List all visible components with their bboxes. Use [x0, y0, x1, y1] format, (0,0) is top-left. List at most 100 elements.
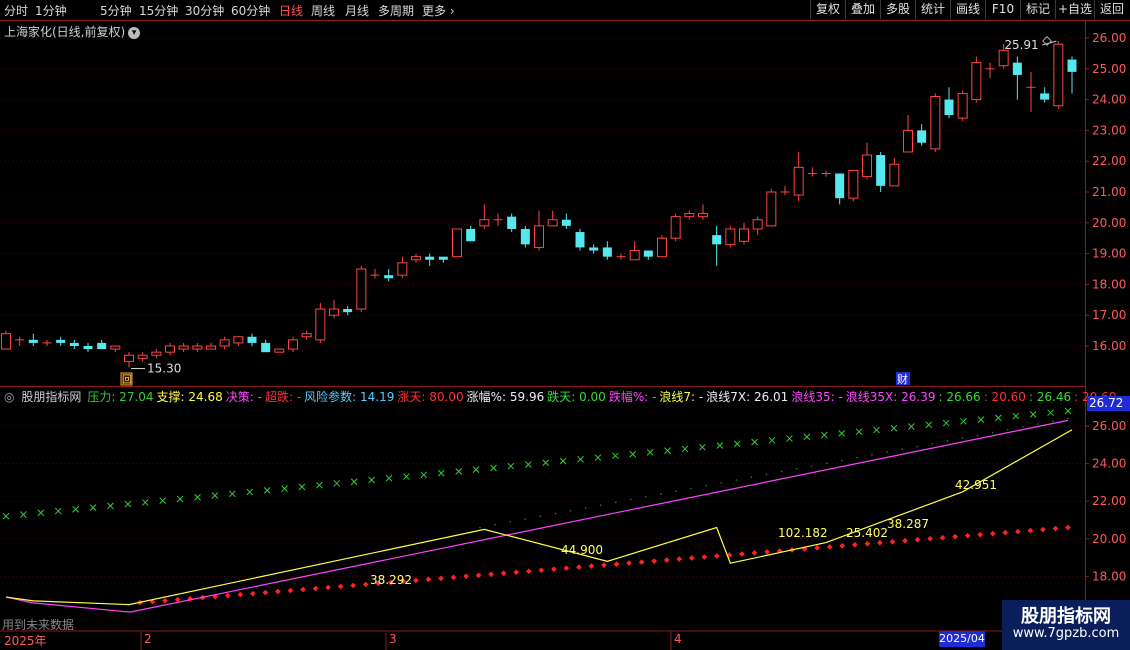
- candle: [425, 253, 435, 266]
- support-dot: [964, 532, 971, 539]
- candle: [274, 348, 285, 353]
- tab-30min[interactable]: 30分钟: [185, 2, 224, 19]
- candle: [889, 158, 900, 187]
- candle: [178, 342, 189, 353]
- collapse-icon[interactable]: ◎: [4, 390, 14, 404]
- indicator-name-text: 股朋指标网: [21, 390, 82, 404]
- support-dot: [613, 561, 620, 567]
- guide-dot: [494, 523, 496, 526]
- candle: [1026, 71, 1036, 112]
- support-dot: [889, 538, 896, 545]
- support-dot: [952, 533, 958, 540]
- tab-1min[interactable]: 1分钟: [35, 2, 67, 19]
- y-tick-label: 21.00: [1092, 185, 1126, 199]
- y-tick-label: 23.00: [1092, 123, 1126, 137]
- back-button[interactable]: 返回: [1094, 0, 1129, 19]
- multi-stock-button[interactable]: 多股: [880, 0, 915, 19]
- candle: [985, 62, 995, 79]
- candle: [507, 213, 517, 233]
- indicator-item: 浪线35X: 26.39: [845, 390, 936, 404]
- adjust-button[interactable]: 复权: [810, 0, 845, 19]
- support-dot: [425, 576, 432, 583]
- candle-body-up: [315, 308, 326, 341]
- support-dot: [651, 558, 657, 564]
- tab-5min[interactable]: 5分钟: [100, 2, 132, 19]
- guide-dot: [645, 495, 647, 498]
- draw-button[interactable]: 画线: [950, 0, 985, 19]
- candle: [725, 225, 736, 248]
- overlay-button[interactable]: 叠加: [845, 0, 880, 19]
- candle: [301, 330, 312, 340]
- candle-body-up: [329, 308, 339, 316]
- candle: [219, 336, 230, 350]
- candle: [752, 216, 763, 236]
- guide-dot: [629, 498, 632, 501]
- guide-dot: [991, 431, 994, 434]
- marker-left-text: 回: [122, 374, 132, 386]
- candle-body-down: [97, 342, 107, 350]
- pressure-marker: [977, 416, 985, 423]
- add-watchlist-button[interactable]: +自选: [1055, 0, 1094, 19]
- candle-body-up: [192, 345, 203, 350]
- candle: [466, 225, 476, 242]
- candle-body-up: [793, 166, 804, 196]
- guide-dot: [871, 454, 873, 456]
- tab-multi-period[interactable]: 多周期: [378, 2, 414, 19]
- stats-button[interactable]: 统计: [915, 0, 950, 19]
- candle: [165, 342, 175, 356]
- support-dot: [287, 587, 294, 594]
- guide-dot: [976, 434, 979, 437]
- support-dot: [989, 530, 996, 537]
- stock-title-text: 上海家化(日线,前复权): [4, 25, 126, 39]
- support-dot: [538, 567, 545, 574]
- indicator-item: 压力: 27.04: [87, 390, 154, 404]
- time-label-feb: 2: [144, 632, 152, 646]
- tab-15min[interactable]: 15分钟: [139, 2, 178, 19]
- wave-annotation: 42.951: [955, 478, 997, 492]
- guide-dot: [1067, 417, 1069, 420]
- tab-weekly[interactable]: 周线: [311, 2, 335, 19]
- candle: [520, 225, 530, 248]
- tab-daily[interactable]: 日线: [279, 2, 303, 19]
- candle: [561, 213, 571, 229]
- wave-annotation: 44.900: [561, 543, 603, 557]
- pressure-marker: [995, 414, 1002, 422]
- candle: [370, 269, 380, 279]
- candle: [643, 250, 653, 260]
- pressure-marker: [54, 507, 62, 515]
- guide-dot: [1006, 428, 1009, 431]
- y-tick-label: 24.00: [1092, 93, 1126, 107]
- guide-dot: [509, 521, 511, 523]
- y-tick-label: 24.00: [1092, 457, 1126, 471]
- indicator-chart[interactable]: 26.00 24.00 22.00 20.00 18.00 38.292 44.900 102…: [0, 387, 1130, 630]
- support-dot: [450, 574, 457, 581]
- candle-body-down: [28, 339, 38, 343]
- tab-more[interactable]: 更多 ›: [422, 2, 455, 19]
- candle-body-down: [643, 250, 653, 257]
- support-dot: [1040, 526, 1046, 533]
- candle-body-down: [69, 342, 79, 346]
- guide-dot: [1021, 426, 1024, 428]
- candlestick-chart[interactable]: 26.00 25.00 24.00 23.00 22.00 21.00 20.00 19.00…: [0, 21, 1130, 387]
- support-dot: [262, 589, 269, 596]
- candle-body-down: [56, 339, 66, 343]
- tab-timeshare[interactable]: 分时: [4, 2, 28, 19]
- chevron-down-icon[interactable]: ▾: [128, 26, 141, 39]
- tab-monthly[interactable]: 月线: [345, 2, 369, 19]
- tab-60min[interactable]: 60分钟: [231, 2, 270, 19]
- candle-body-up: [629, 250, 640, 261]
- mark-button[interactable]: 标记: [1020, 0, 1055, 19]
- guide-dot: [765, 473, 768, 476]
- support-dot: [739, 551, 745, 557]
- f10-button[interactable]: F10: [985, 0, 1020, 19]
- support-dot: [488, 571, 494, 578]
- support-dot: [939, 534, 946, 541]
- pressure-marker: [507, 462, 515, 470]
- candle: [739, 222, 749, 245]
- candle: [69, 339, 79, 350]
- indicator-name[interactable]: ◎ 股朋指标网: [4, 390, 84, 404]
- support-dot: [877, 539, 883, 546]
- y-tick-label: 20.00: [1092, 216, 1126, 230]
- indicator-item: 涨幅%: 59.96: [466, 390, 545, 404]
- candle: [56, 336, 66, 346]
